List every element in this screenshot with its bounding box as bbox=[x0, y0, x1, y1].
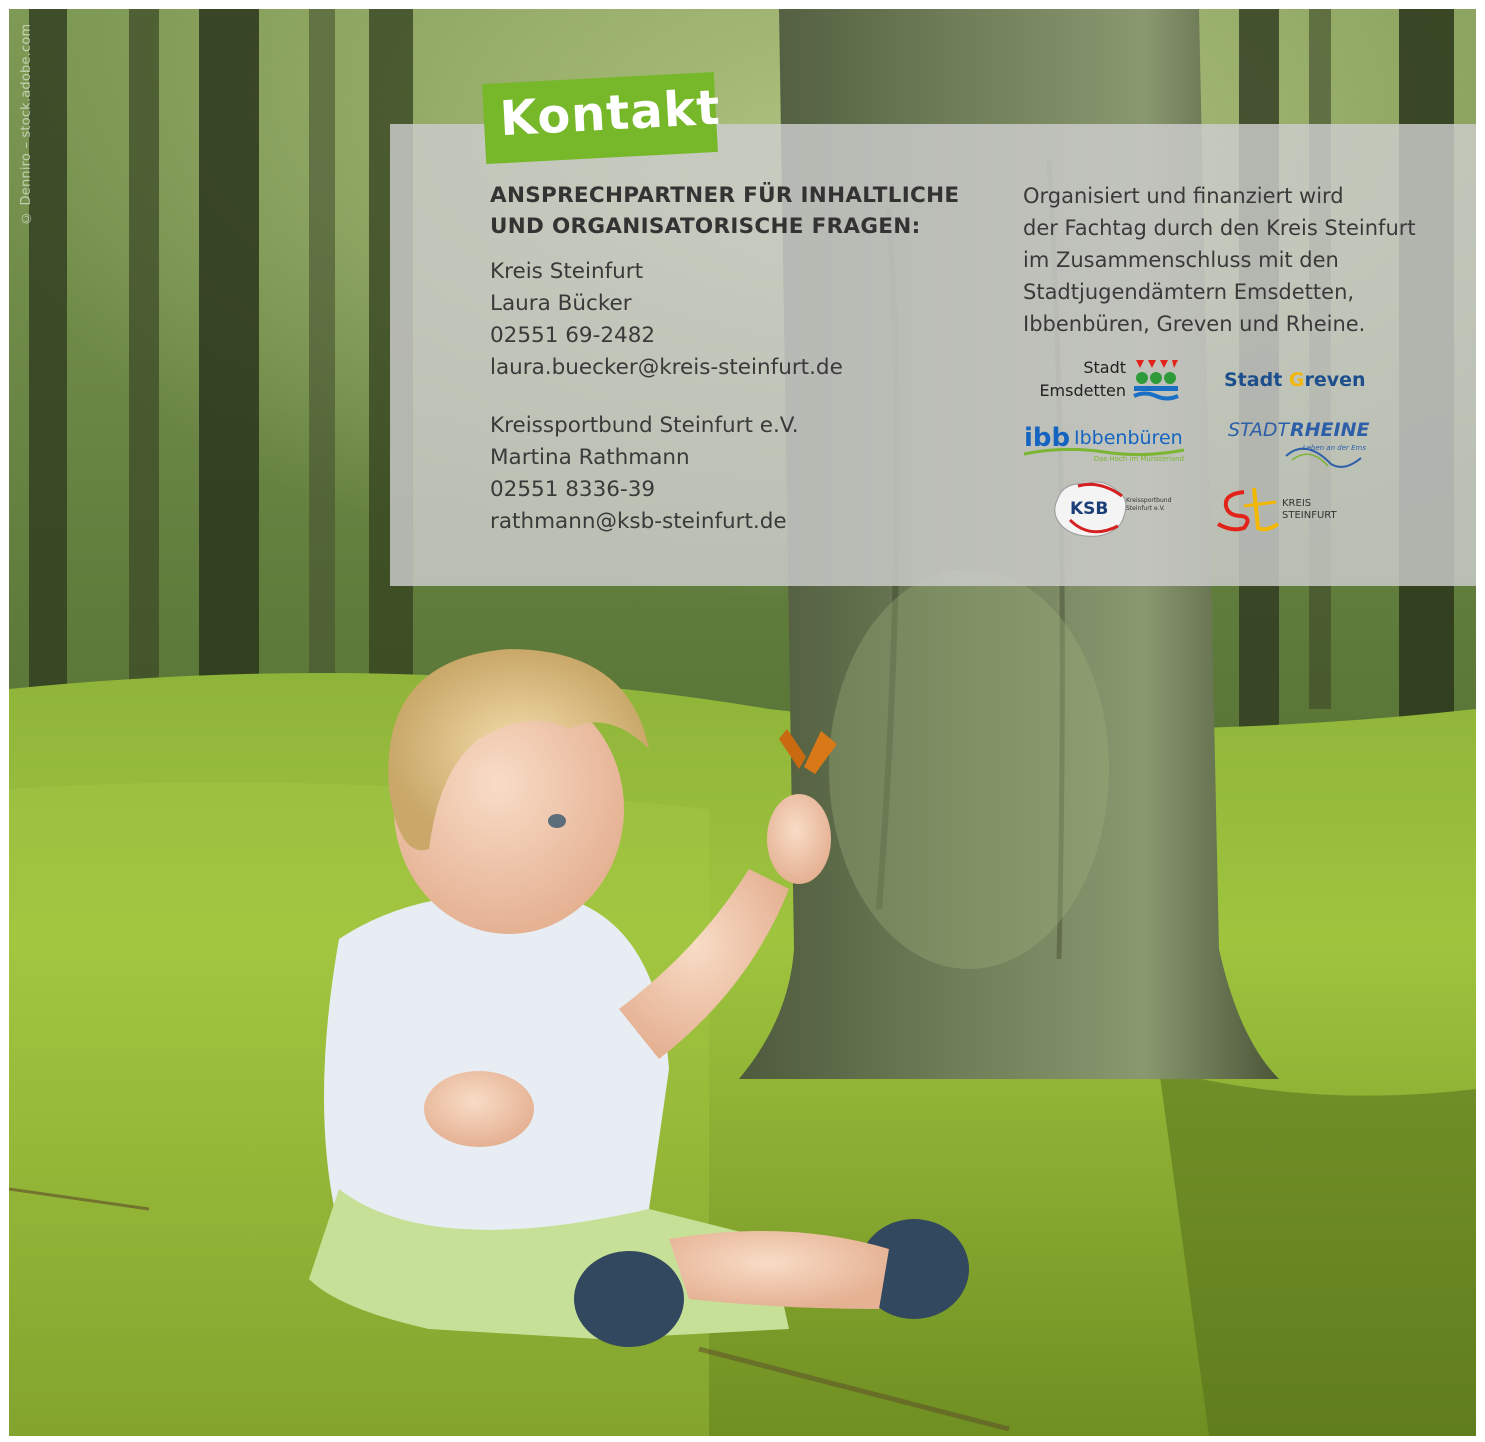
emsdetten-crest-icon bbox=[1133, 360, 1179, 401]
contact-phone[interactable]: 02551 69-2482 bbox=[490, 320, 1000, 352]
ibbenbueren-name: Ibbenbüren bbox=[1074, 427, 1183, 449]
organizer-line: Organisiert und finanziert wird bbox=[1023, 184, 1344, 208]
rheine-label-stadt: STADT bbox=[1228, 419, 1291, 441]
kreis-steinfurt-logo: KREIS STEINFURT bbox=[1214, 484, 1364, 534]
kreis-label-2: STEINFURT bbox=[1282, 510, 1337, 521]
organizer-line: Ibbenbüren, Greven und Rheine. bbox=[1023, 312, 1366, 336]
emsdetten-logo: Stadt Emsdetten bbox=[1030, 356, 1190, 404]
organizer-line: Stadtjugendämtern Emsdetten, bbox=[1023, 280, 1355, 304]
greven-label-name: reven bbox=[1305, 369, 1366, 391]
svg-text:Stadt Greven: Stadt Greven bbox=[1224, 369, 1366, 391]
rheine-logo: STADT RHEINE Leben an der Ems bbox=[1226, 414, 1376, 470]
ibbenbueren-tagline: Das Hoch im Münsterland bbox=[1094, 455, 1184, 463]
emsdetten-label-2: Emsdetten bbox=[1039, 381, 1126, 400]
contact-phone[interactable]: 02551 8336-39 bbox=[490, 474, 1000, 506]
contact-persons: ANSPRECHPARTNER FÜR INHALTLICHE UND ORGA… bbox=[490, 180, 1000, 538]
contact-heading-line1: ANSPRECHPARTNER FÜR INHALTLICHE bbox=[490, 183, 960, 208]
ibbenbueren-logo: ibb Ibbenbüren Das Hoch im Münsterland bbox=[1023, 420, 1189, 463]
greven-logo: Stadt Greven bbox=[1222, 364, 1366, 394]
contact-organization: Kreissportbund Steinfurt e.V. bbox=[490, 413, 799, 438]
emsdetten-label-1: Stadt bbox=[1083, 358, 1126, 377]
contact-person-card: Kreissportbund Steinfurt e.V. Martina Ra… bbox=[490, 410, 1000, 538]
ksb-logo: KSB Kreissportbund Steinfurt e.V. bbox=[1050, 476, 1190, 542]
kreis-label-1: KREIS bbox=[1282, 498, 1311, 509]
kontakt-badge: Kontakt bbox=[482, 71, 722, 165]
photo-credit: © Denniro – stock.adobe.com bbox=[19, 24, 34, 226]
contact-name: Martina Rathmann bbox=[490, 445, 690, 470]
contact-name: Laura Bücker bbox=[490, 291, 632, 316]
rheine-label-name: RHEINE bbox=[1290, 419, 1369, 441]
contact-person-card: Kreis Steinfurt Laura Bücker 02551 69-24… bbox=[490, 256, 1000, 384]
contact-heading: ANSPRECHPARTNER FÜR INHALTLICHE UND ORGA… bbox=[490, 180, 1000, 242]
organizer-line: der Fachtag durch den Kreis Steinfurt bbox=[1023, 216, 1416, 240]
ksb-label-2: Steinfurt e.V. bbox=[1126, 505, 1165, 512]
contact-email-link[interactable]: laura.buecker@kreis-steinfurt.de bbox=[490, 352, 1000, 384]
contact-email-link[interactable]: rathmann@ksb-steinfurt.de bbox=[490, 506, 1000, 538]
greven-label-stadt: Stadt bbox=[1224, 369, 1289, 391]
greven-letter-g: G bbox=[1289, 369, 1305, 391]
kontakt-title: Kontakt bbox=[498, 79, 722, 148]
organizer-line: im Zusammenschluss mit den bbox=[1023, 248, 1339, 272]
kreis-steinfurt-st-icon bbox=[1217, 487, 1280, 532]
organizer-text: Organisiert und finanziert wird der Fach… bbox=[1023, 180, 1453, 340]
contact-heading-line2: UND ORGANISATORISCHE FRAGEN: bbox=[490, 214, 921, 239]
ksb-mark: KSB bbox=[1070, 499, 1108, 519]
contact-organization: Kreis Steinfurt bbox=[490, 259, 644, 284]
ksb-label-1: Kreissportbund bbox=[1126, 497, 1172, 504]
